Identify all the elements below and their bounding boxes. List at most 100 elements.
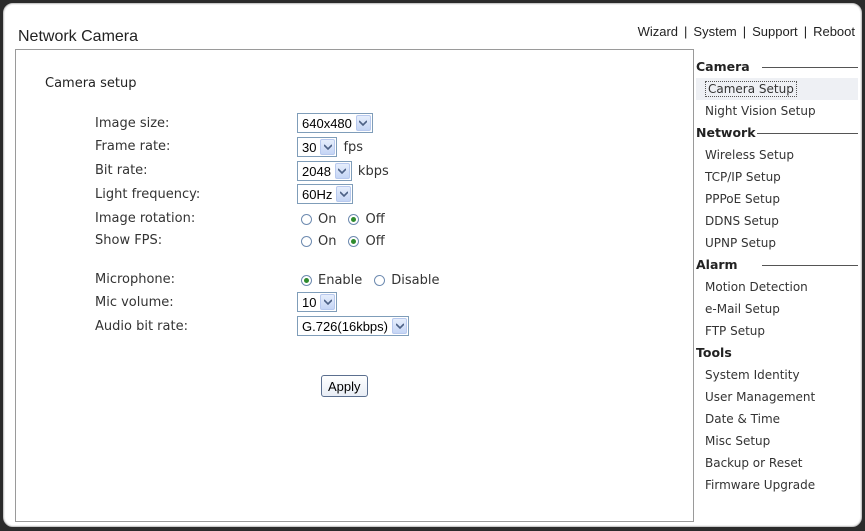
bit-rate-unit: kbps (357, 163, 389, 179)
microphone-control: Enable Disable (301, 273, 452, 288)
sidebar-item-backup-reset[interactable]: Backup or Reset (696, 452, 858, 474)
radio-selected-dot (351, 217, 357, 222)
bit-rate-control: 2048 kbps (297, 161, 389, 181)
mic-volume-label: Mic volume: (95, 295, 174, 310)
camera-setup-panel: Camera setup Image size: 640x480 Frame r… (15, 49, 694, 522)
frame-rate-unit: fps (343, 139, 364, 155)
sidebar-item-misc-setup[interactable]: Misc Setup (696, 430, 858, 452)
image-rotation-off-label: Off (365, 212, 385, 227)
sidebar-item-label: User Management (705, 390, 816, 404)
sidebar-item-ftp-setup[interactable]: FTP Setup (696, 320, 858, 342)
frame-rate-label: Frame rate: (95, 139, 171, 154)
sidebar-item-pppoe-setup[interactable]: PPPoE Setup (696, 188, 858, 210)
image-rotation-on-label: On (318, 212, 337, 227)
sidebar-group-camera: Camera (696, 56, 858, 78)
top-nav: Wizard | System | Support | Reboot (638, 24, 855, 39)
show-fps-off-radio[interactable] (348, 236, 360, 247)
app-window: Network Camera Wizard | System | Support | Reb… (3, 3, 862, 527)
microphone-enable-radio[interactable] (301, 275, 312, 286)
image-size-value: 640x480 (302, 115, 352, 131)
image-rotation-on-radio[interactable] (301, 214, 312, 225)
nav-separator: | (742, 24, 747, 39)
sidebar-group-title: Tools (696, 345, 732, 360)
mic-volume-control: 10 (297, 292, 338, 312)
light-frequency-label: Light frequency: (95, 187, 201, 202)
audio-bit-rate-select[interactable]: G.726(16kbps) (297, 316, 409, 336)
apply-button[interactable]: Apply (321, 375, 368, 397)
frame-rate-select[interactable]: 30 (297, 137, 338, 157)
sidebar-item-label: Camera Setup (705, 81, 797, 97)
mic-volume-select[interactable]: 10 (297, 292, 338, 312)
microphone-disable-radio[interactable] (374, 275, 386, 286)
nav-separator: | (803, 24, 808, 39)
group-divider (762, 67, 858, 68)
light-frequency-select[interactable]: 60Hz (297, 184, 354, 204)
sidebar-item-date-time[interactable]: Date & Time (696, 408, 858, 430)
show-fps-on-radio[interactable] (301, 236, 312, 247)
image-size-control: 640x480 (297, 113, 373, 133)
show-fps-label: Show FPS: (95, 233, 163, 248)
sidebar-item-label: TCP/IP Setup (705, 170, 781, 184)
sidebar-item-wireless-setup[interactable]: Wireless Setup (696, 144, 858, 166)
audio-bit-rate-label: Audio bit rate: (95, 319, 188, 334)
sidebar-group-title: Alarm (696, 257, 738, 272)
sidebar-group-tools: Tools (696, 342, 858, 364)
sidebar-item-user-management[interactable]: User Management (696, 386, 858, 408)
group-divider (757, 133, 858, 134)
sidebar-item-motion-detection[interactable]: Motion Detection (696, 276, 858, 298)
chevron-down-icon (320, 139, 336, 155)
image-size-label: Image size: (95, 116, 170, 131)
microphone-label: Microphone: (95, 272, 176, 287)
chevron-down-icon (392, 318, 407, 334)
mic-volume-value: 10 (302, 294, 317, 310)
sidebar-item-label: Backup or Reset (705, 456, 803, 470)
sidebar-item-firmware-upgrade[interactable]: Firmware Upgrade (696, 474, 858, 496)
radio-selected-dot (351, 239, 357, 244)
image-rotation-label: Image rotation: (95, 211, 196, 226)
nav-support-link[interactable]: Support (752, 24, 798, 39)
image-size-select[interactable]: 640x480 (297, 113, 373, 133)
frame-rate-control: 30 fps (297, 137, 363, 157)
sidebar-item-label: Wireless Setup (705, 148, 794, 162)
show-fps-off-label: Off (365, 234, 385, 249)
sidebar-item-label: e-Mail Setup (705, 302, 780, 316)
section-title: Camera setup (45, 76, 137, 91)
sidebar-item-camera-setup[interactable]: Camera Setup (696, 78, 858, 100)
sidebar-item-label: Firmware Upgrade (705, 478, 816, 492)
light-frequency-control: 60Hz (297, 184, 354, 204)
nav-system-link[interactable]: System (693, 24, 736, 39)
show-fps-control: On Off (301, 234, 397, 249)
audio-bit-rate-control: G.726(16kbps) (297, 316, 409, 336)
sidebar-group-alarm: Alarm (696, 254, 858, 276)
microphone-disable-label: Disable (391, 273, 440, 288)
nav-wizard-link[interactable]: Wizard (638, 24, 678, 39)
sidebar-item-label: Motion Detection (705, 280, 808, 294)
image-rotation-off-radio[interactable] (348, 214, 360, 225)
chevron-down-icon (336, 186, 352, 202)
light-frequency-value: 60Hz (302, 186, 333, 202)
sidebar-item-tcpip-setup[interactable]: TCP/IP Setup (696, 166, 858, 188)
sidebar-item-ddns-setup[interactable]: DDNS Setup (696, 210, 858, 232)
sidebar-item-label: Date & Time (705, 412, 781, 426)
sidebar-item-label: Night Vision Setup (705, 104, 816, 118)
sidebar-item-night-vision-setup[interactable]: Night Vision Setup (696, 100, 858, 122)
sidebar-group-title: Network (696, 125, 756, 140)
frame-rate-value: 30 (302, 139, 317, 155)
sidebar-item-upnp-setup[interactable]: UPNP Setup (696, 232, 858, 254)
chevron-down-icon (334, 163, 350, 179)
group-divider (762, 265, 858, 266)
show-fps-on-label: On (318, 234, 337, 249)
sidebar-item-label: System Identity (705, 368, 800, 382)
bit-rate-label: Bit rate: (95, 163, 148, 178)
image-rotation-control: On Off (301, 212, 397, 227)
sidebar-item-email-setup[interactable]: e-Mail Setup (696, 298, 858, 320)
sidebar-item-label: PPPoE Setup (705, 192, 780, 206)
microphone-enable-label: Enable (318, 273, 363, 288)
sidebar-item-system-identity[interactable]: System Identity (696, 364, 858, 386)
app-title: Network Camera (18, 28, 139, 45)
sidebar-group-title: Camera (696, 59, 750, 74)
nav-reboot-link[interactable]: Reboot (813, 24, 855, 39)
sidebar-item-label: Misc Setup (705, 434, 771, 448)
bit-rate-select[interactable]: 2048 (297, 161, 352, 181)
nav-separator: | (684, 24, 688, 39)
